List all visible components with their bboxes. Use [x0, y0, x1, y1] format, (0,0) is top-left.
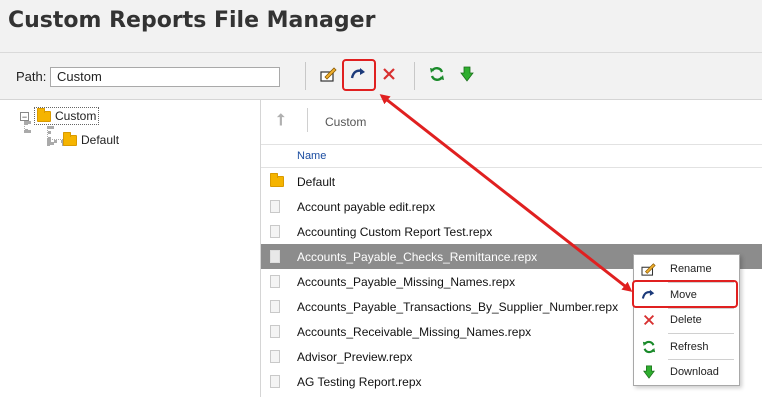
name-column-header[interactable]: Name — [297, 150, 326, 162]
file-name: Accounts_Payable_Checks_Remittance.repx — [297, 250, 538, 264]
file-name: Accounts_Payable_Transactions_By_Supplie… — [297, 300, 619, 314]
nav-separator — [307, 108, 308, 132]
file-icon — [270, 325, 280, 338]
move-button[interactable] — [348, 62, 370, 86]
file-row[interactable]: Accounting Custom Report Test.repx — [261, 219, 762, 244]
file-row[interactable]: Default — [261, 169, 762, 194]
tree-node-label: Custom — [55, 109, 97, 123]
file-name: AG Testing Report.repx — [297, 375, 422, 389]
page-title: Custom Reports File Manager — [8, 8, 376, 33]
file-row[interactable]: Account payable edit.repx — [261, 194, 762, 219]
tree-node-label: Default — [81, 133, 120, 147]
column-header: Name — [261, 144, 762, 168]
file-name: Accounting Custom Report Test.repx — [297, 225, 493, 239]
breadcrumb[interactable]: Custom — [325, 115, 366, 129]
toolbar-separator — [305, 62, 306, 90]
context-menu-refresh[interactable]: Refresh — [634, 335, 739, 359]
context-menu-delete[interactable]: Delete — [634, 308, 739, 332]
file-icon — [270, 275, 280, 288]
file-icon — [270, 200, 280, 213]
tree-connector — [24, 121, 28, 133]
path-label: Path: — [16, 69, 47, 84]
file-icon — [270, 300, 280, 313]
tree-node-default[interactable]: Default — [63, 131, 120, 147]
menu-item-label: Delete — [670, 314, 702, 326]
toolbar-separator — [414, 62, 415, 90]
tree-node-custom[interactable]: Custom — [34, 107, 100, 125]
file-name: Account payable edit.repx — [297, 200, 436, 214]
menu-item-label: Download — [670, 366, 719, 378]
file-name: Accounts_Payable_Missing_Names.repx — [297, 275, 516, 289]
folder-icon — [63, 131, 77, 146]
context-menu: Rename Move Delete Refresh Download — [633, 254, 740, 386]
rename-icon — [320, 67, 337, 82]
file-name: Default — [297, 175, 336, 189]
refresh-button[interactable] — [426, 62, 448, 86]
download-icon — [643, 365, 655, 379]
context-menu-rename[interactable]: Rename — [634, 257, 739, 281]
file-name: Advisor_Preview.repx — [297, 350, 413, 364]
download-button[interactable] — [456, 62, 478, 86]
context-menu-download[interactable]: Download — [634, 360, 739, 384]
delete-button[interactable] — [378, 62, 400, 86]
folder-icon — [37, 107, 51, 122]
path-input[interactable]: Custom — [50, 67, 280, 87]
folder-icon — [270, 173, 284, 187]
file-name: Accounts_Receivable_Missing_Names.repx — [297, 325, 532, 339]
folder-tree — [0, 99, 261, 397]
file-nav-bar: ⭡ Custom — [261, 100, 762, 140]
menu-separator — [668, 333, 734, 334]
file-icon — [270, 350, 280, 363]
download-icon — [460, 66, 474, 82]
move-menu-highlight — [632, 280, 738, 308]
delete-icon — [383, 68, 395, 80]
menu-item-label: Rename — [670, 263, 712, 275]
menu-item-label: Refresh — [670, 341, 709, 353]
refresh-icon — [430, 67, 444, 81]
rename-icon — [641, 263, 656, 276]
refresh-icon — [642, 340, 656, 354]
up-arrow-icon[interactable]: ⭡ — [277, 112, 285, 130]
file-icon — [270, 250, 280, 263]
file-icon — [270, 375, 280, 388]
file-icon — [270, 225, 280, 238]
rename-button[interactable] — [318, 62, 340, 86]
move-icon — [350, 68, 365, 79]
delete-icon — [643, 314, 655, 326]
collapse-toggle[interactable]: − — [20, 112, 29, 122]
